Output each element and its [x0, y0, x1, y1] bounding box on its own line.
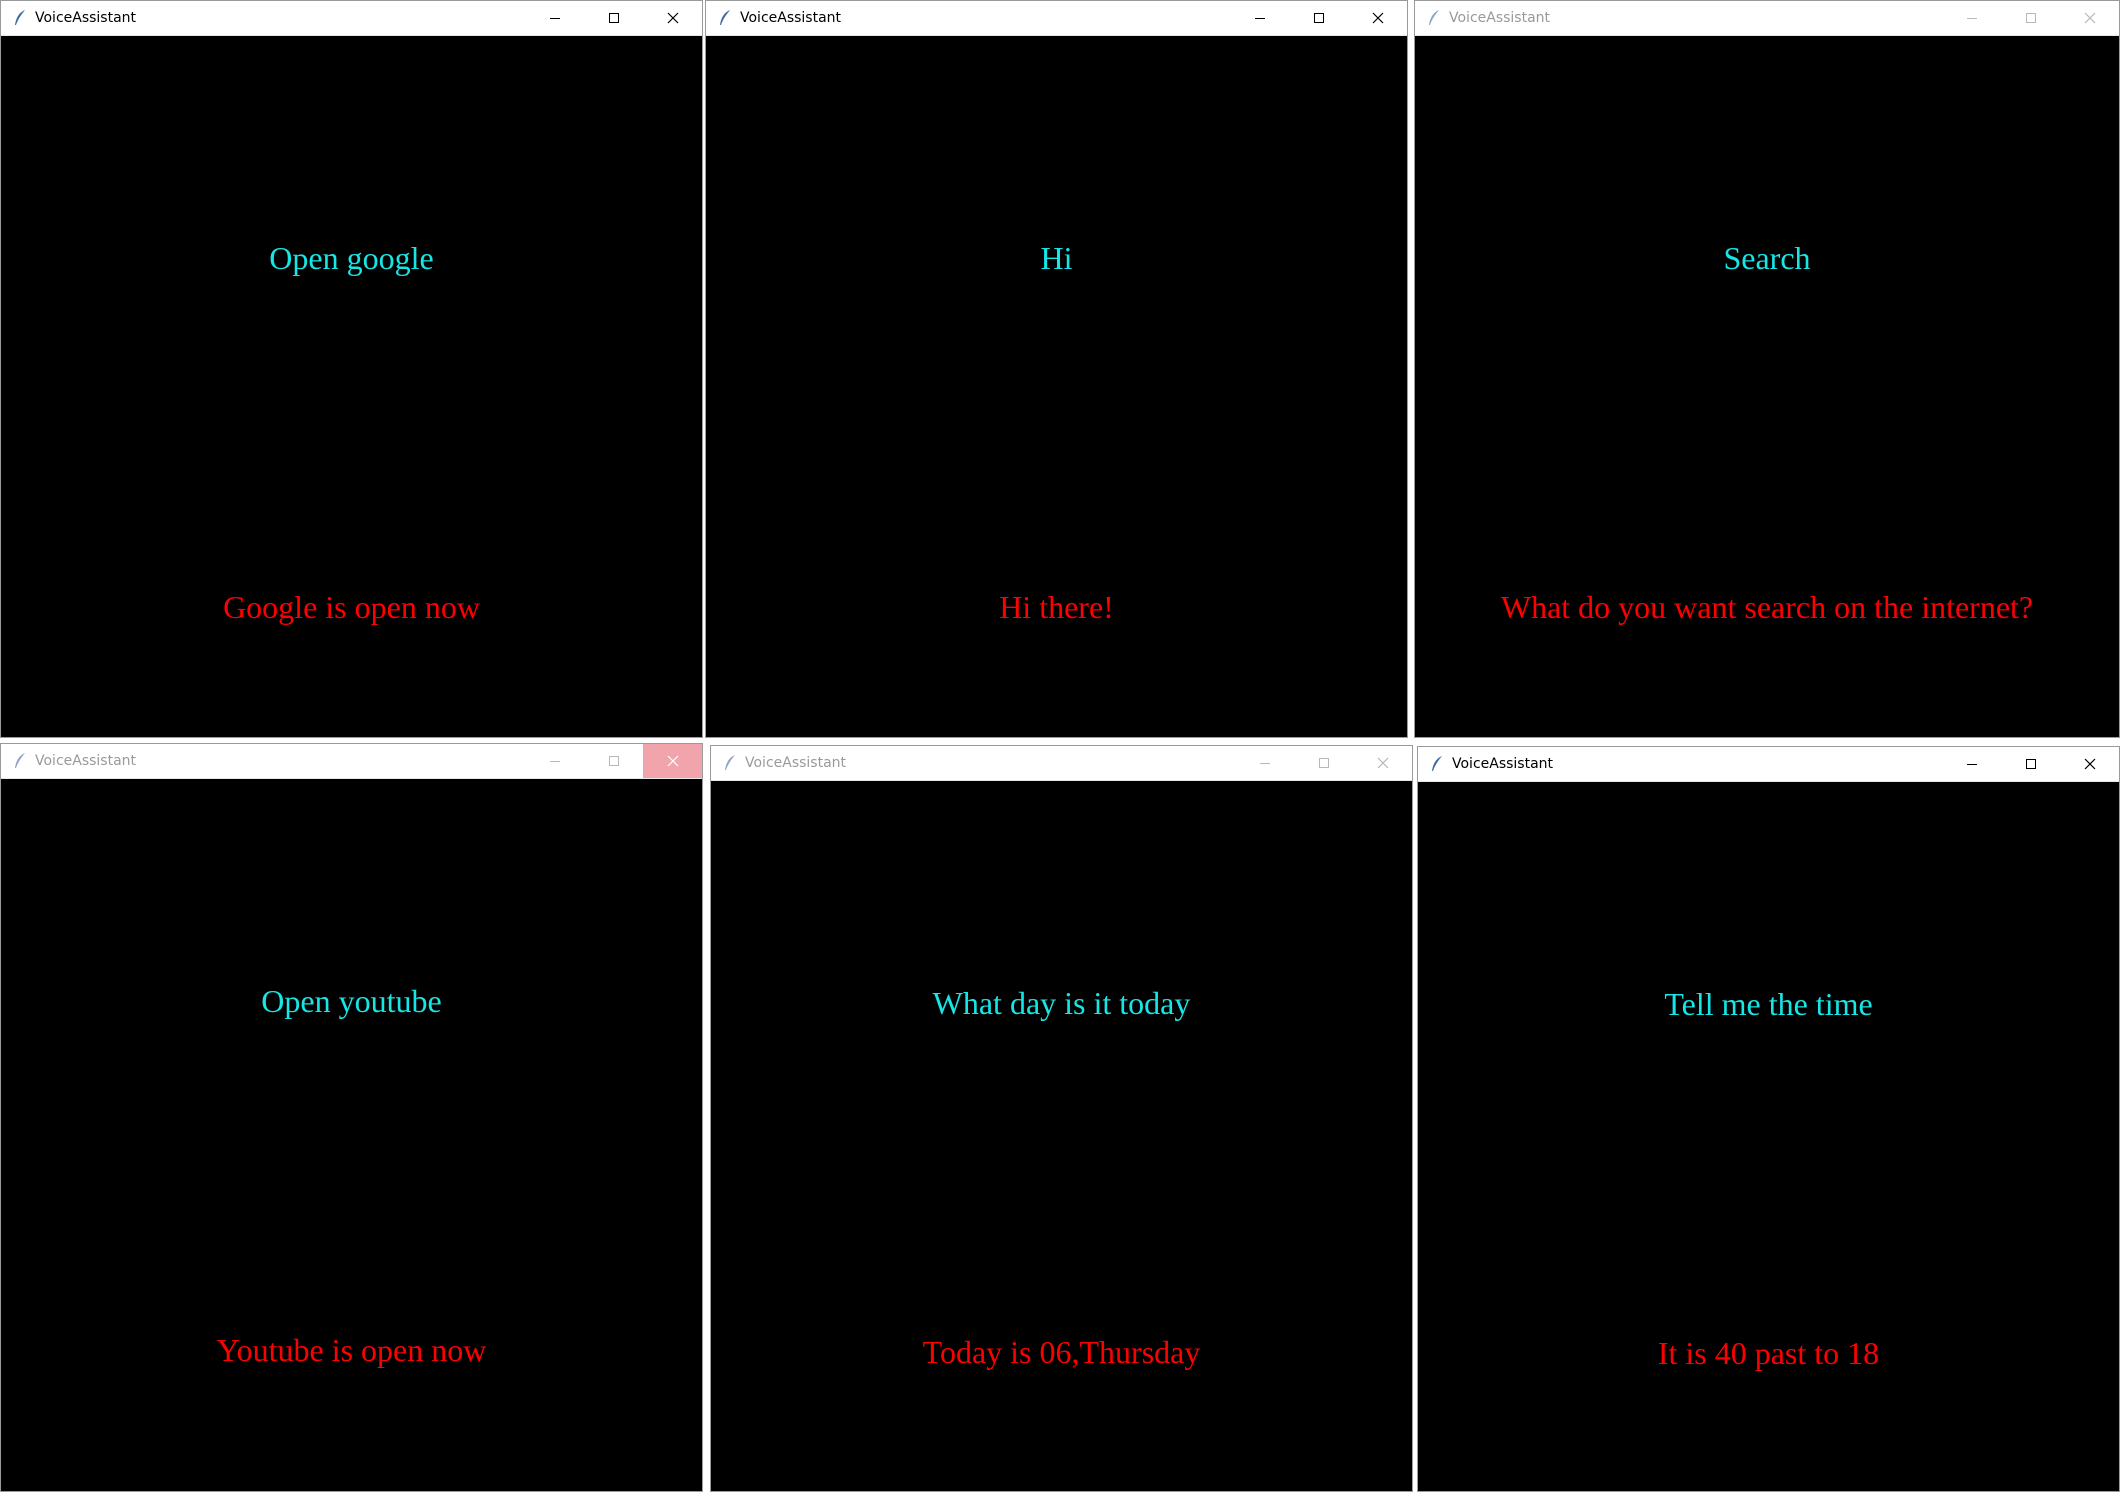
- window-content: Open google Google is open now: [1, 36, 702, 737]
- title-bar[interactable]: VoiceAssistant: [1415, 1, 2119, 36]
- title-bar[interactable]: VoiceAssistant: [1418, 747, 2119, 782]
- window-controls: [1235, 746, 1412, 780]
- close-button[interactable]: [643, 1, 702, 35]
- close-icon: [667, 12, 678, 24]
- maximize-button[interactable]: [1294, 746, 1353, 780]
- close-icon: [667, 755, 678, 767]
- maximize-button[interactable]: [1289, 1, 1348, 35]
- close-icon: [1377, 757, 1388, 769]
- title-bar[interactable]: VoiceAssistant: [706, 1, 1407, 36]
- close-icon: [1372, 12, 1383, 24]
- window-title: VoiceAssistant: [1452, 756, 1554, 772]
- maximize-icon: [608, 756, 619, 766]
- assistant-reply-label: It is 40 past to 18: [1657, 1335, 1880, 1371]
- feather-icon: [1430, 755, 1444, 773]
- title-bar[interactable]: VoiceAssistant: [711, 746, 1412, 781]
- window-content: Search What do you want search on the in…: [1415, 36, 2119, 737]
- close-button[interactable]: [1353, 746, 1412, 780]
- voice-assistant-window-3: VoiceAssistant Search What do you want s…: [1414, 0, 2120, 738]
- minimize-button[interactable]: [525, 744, 584, 778]
- minimize-icon: [549, 18, 560, 19]
- user-command-label: Tell me the time: [1664, 986, 1873, 1022]
- window-title: VoiceAssistant: [35, 753, 137, 769]
- feather-icon: [723, 754, 737, 772]
- close-button[interactable]: [2060, 1, 2119, 35]
- user-command-label: Open google: [269, 240, 434, 276]
- feather-icon: [13, 9, 27, 27]
- minimize-button[interactable]: [525, 1, 584, 35]
- user-command-label: Search: [1723, 240, 1811, 276]
- minimize-icon: [1966, 18, 1977, 19]
- title-bar[interactable]: VoiceAssistant: [1, 744, 702, 779]
- window-content: What day is it today Today is 06,Thursda…: [711, 781, 1412, 1491]
- maximize-icon: [1318, 758, 1329, 768]
- close-icon: [2084, 758, 2095, 770]
- minimize-button[interactable]: [1235, 746, 1294, 780]
- minimize-icon: [549, 761, 560, 762]
- minimize-icon: [1254, 18, 1265, 19]
- window-controls: [1942, 747, 2119, 781]
- window-content: Tell me the time It is 40 past to 18: [1418, 782, 2119, 1491]
- minimize-icon: [1259, 763, 1270, 764]
- window-title: VoiceAssistant: [35, 10, 137, 26]
- maximize-button[interactable]: [584, 1, 643, 35]
- maximize-button[interactable]: [2001, 747, 2060, 781]
- minimize-button[interactable]: [1230, 1, 1289, 35]
- maximize-button[interactable]: [2001, 1, 2060, 35]
- voice-assistant-window-5: VoiceAssistant What day is it today Toda…: [710, 745, 1413, 1492]
- close-button[interactable]: [643, 744, 702, 778]
- window-controls: [1230, 1, 1407, 35]
- feather-icon: [13, 752, 27, 770]
- assistant-reply-label: What do you want search on the internet?: [1500, 589, 2034, 625]
- close-button[interactable]: [1348, 1, 1407, 35]
- window-content: Open youtube Youtube is open now: [1, 779, 702, 1491]
- feather-icon: [718, 9, 732, 27]
- assistant-reply-label: Today is 06,Thursday: [922, 1334, 1201, 1370]
- window-controls: [525, 1, 702, 35]
- assistant-reply-label: Google is open now: [223, 589, 480, 625]
- maximize-button[interactable]: [584, 744, 643, 778]
- voice-assistant-window-6: VoiceAssistant Tell me the time It is 40…: [1417, 746, 2120, 1492]
- voice-assistant-window-4: VoiceAssistant Open youtube Youtube is o…: [0, 743, 703, 1492]
- user-command-label: Hi: [1040, 240, 1073, 276]
- minimize-button[interactable]: [1942, 747, 2001, 781]
- maximize-icon: [2025, 13, 2036, 23]
- window-title: VoiceAssistant: [740, 10, 842, 26]
- voice-assistant-window-2: VoiceAssistant Hi Hi there!: [705, 0, 1408, 738]
- window-controls: [525, 744, 702, 778]
- close-button[interactable]: [2060, 747, 2119, 781]
- maximize-icon: [608, 13, 619, 23]
- user-command-label: Open youtube: [261, 983, 442, 1019]
- maximize-icon: [2025, 759, 2036, 769]
- window-title: VoiceAssistant: [745, 755, 847, 771]
- minimize-icon: [1966, 764, 1977, 765]
- voice-assistant-window-1: VoiceAssistant Open google Google is ope…: [0, 0, 703, 738]
- window-title: VoiceAssistant: [1449, 10, 1551, 26]
- assistant-reply-label: Hi there!: [999, 589, 1114, 625]
- user-command-label: What day is it today: [932, 985, 1191, 1021]
- feather-icon: [1427, 9, 1441, 27]
- assistant-reply-label: Youtube is open now: [216, 1332, 487, 1368]
- window-controls: [1942, 1, 2119, 35]
- minimize-button[interactable]: [1942, 1, 2001, 35]
- maximize-icon: [1313, 13, 1324, 23]
- title-bar[interactable]: VoiceAssistant: [1, 1, 702, 36]
- window-content: Hi Hi there!: [706, 36, 1407, 737]
- close-icon: [2084, 12, 2095, 24]
